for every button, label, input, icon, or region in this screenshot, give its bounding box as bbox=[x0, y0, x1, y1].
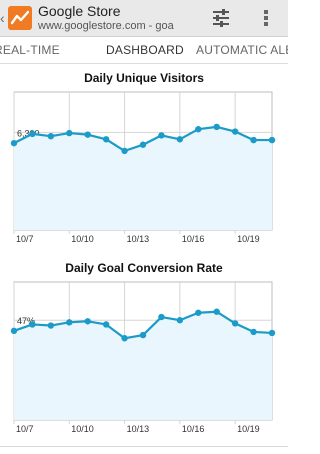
data-point bbox=[268, 329, 276, 337]
data-point bbox=[84, 131, 91, 138]
data-point bbox=[231, 128, 239, 135]
overflow-menu-button[interactable] bbox=[248, 0, 284, 36]
data-point bbox=[102, 321, 110, 328]
data-point bbox=[213, 308, 220, 315]
tab-automatic-alerts[interactable]: AUTOMATIC ALE bbox=[196, 43, 288, 57]
x-tick-label: 10/7 bbox=[16, 234, 34, 244]
tab-strip: REAL-TIME DASHBOARD AUTOMATIC ALE bbox=[0, 37, 288, 64]
data-point bbox=[158, 313, 165, 321]
overflow-menu-icon bbox=[264, 10, 268, 26]
data-point bbox=[29, 130, 36, 138]
data-point bbox=[84, 318, 91, 325]
data-point bbox=[195, 309, 202, 316]
title-block[interactable]: Google Store www.googlestore.com - goa bbox=[38, 3, 196, 35]
bottom-divider bbox=[0, 446, 288, 447]
x-tick-label: 10/7 bbox=[16, 424, 34, 434]
data-point bbox=[121, 335, 128, 342]
analytics-logo-icon[interactable] bbox=[8, 6, 32, 30]
x-tick-label: 10/13 bbox=[127, 424, 150, 434]
visitors-chart: 6,3003,15010/710/1010/1310/1610/19 bbox=[10, 91, 276, 244]
x-tick-label: 10/10 bbox=[71, 424, 94, 434]
data-point bbox=[47, 322, 55, 329]
chart-title-conversion: Daily Goal Conversion Rate bbox=[65, 261, 223, 275]
data-point bbox=[139, 331, 147, 339]
data-point bbox=[231, 320, 239, 327]
conversion-chart: 47%24%10/710/1010/1310/1610/19 bbox=[10, 281, 276, 434]
data-point bbox=[66, 129, 73, 137]
x-tick-label: 10/19 bbox=[237, 234, 260, 244]
data-point bbox=[121, 147, 128, 155]
action-bar: ‹ Google Store www.googlestore.com - goa bbox=[0, 0, 288, 37]
app-title: Google Store bbox=[38, 3, 121, 19]
x-tick-label: 10/10 bbox=[71, 234, 94, 244]
data-point bbox=[102, 136, 110, 143]
data-point bbox=[176, 136, 184, 143]
data-point bbox=[66, 319, 73, 326]
x-tick-label: 10/13 bbox=[127, 234, 150, 244]
data-point bbox=[250, 136, 257, 144]
x-tick-label: 10/16 bbox=[182, 234, 205, 244]
data-point bbox=[139, 141, 147, 148]
data-point bbox=[250, 328, 257, 336]
data-point bbox=[268, 136, 276, 144]
sliders-icon bbox=[213, 9, 229, 27]
chevron-left-icon[interactable]: ‹ bbox=[0, 8, 8, 28]
data-point bbox=[158, 132, 165, 139]
app-subtitle: www.googlestore.com - goa bbox=[38, 20, 174, 32]
data-point bbox=[195, 126, 202, 133]
settings-button[interactable] bbox=[203, 0, 239, 36]
data-point bbox=[10, 139, 18, 147]
data-point bbox=[10, 327, 18, 335]
data-point bbox=[47, 132, 55, 140]
tab-real-time[interactable]: REAL-TIME bbox=[0, 43, 60, 57]
x-tick-label: 10/16 bbox=[182, 424, 205, 434]
chart-title-visitors: Daily Unique Visitors bbox=[84, 71, 204, 85]
data-point bbox=[176, 317, 184, 324]
tab-dashboard[interactable]: DASHBOARD bbox=[106, 43, 184, 57]
x-tick-label: 10/19 bbox=[237, 424, 260, 434]
data-point bbox=[213, 123, 220, 131]
data-point bbox=[29, 321, 36, 328]
